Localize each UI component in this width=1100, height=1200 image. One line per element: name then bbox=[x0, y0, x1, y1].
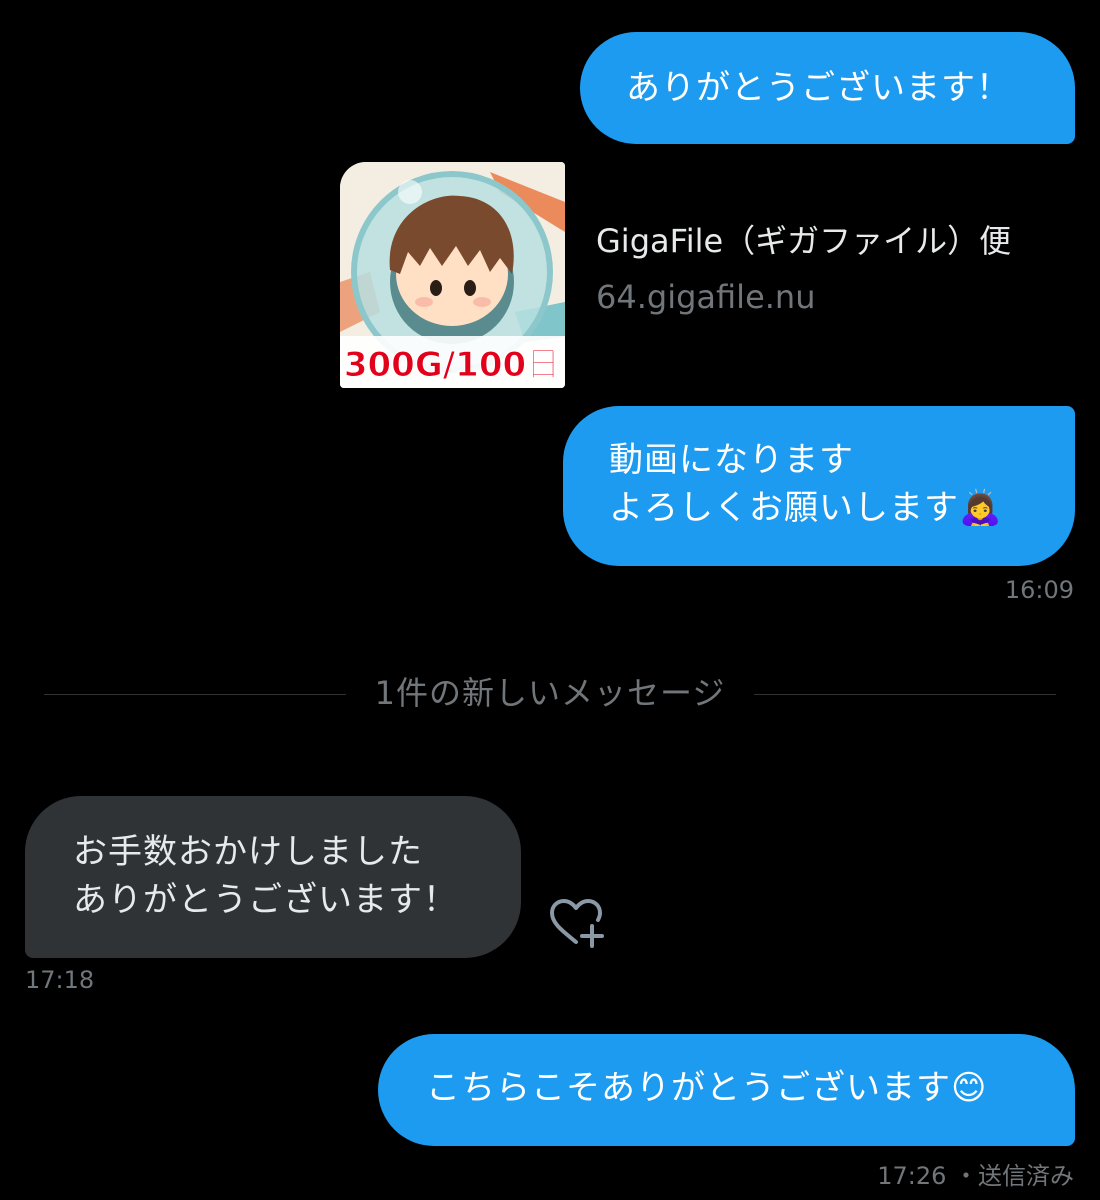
smiling-face-emoji: 😊 bbox=[951, 1068, 988, 1108]
link-title[interactable]: GigaFile（ギガファイル）便 bbox=[596, 220, 1011, 262]
heart-plus-icon bbox=[550, 899, 604, 948]
message-text: ありがとうございます！ bbox=[626, 68, 1011, 108]
message-text: こちらこそありがとうございます bbox=[426, 1068, 951, 1108]
message-text: よろしくお願いします bbox=[609, 488, 959, 528]
link-domain: 64.gigafile.nu bbox=[596, 278, 816, 316]
message-timestamp: 16:09 bbox=[1004, 576, 1074, 604]
link-thumbnail: 300G/100日 bbox=[340, 162, 565, 388]
message-bubble-outgoing[interactable]: こちらこそありがとうございます😊 bbox=[378, 1034, 1075, 1146]
bowing-person-emoji: 🙇‍♀️ bbox=[959, 488, 1003, 528]
sent-status: ・送信済み bbox=[954, 1162, 1074, 1190]
add-reaction-button[interactable] bbox=[546, 896, 610, 952]
link-preview-card[interactable]: 300G/100日 GigaFile（ギガファイル）便 64.gigafile.… bbox=[340, 162, 1060, 388]
message-bubble-outgoing[interactable]: ありがとうございます！ bbox=[580, 32, 1075, 144]
message-text-line-2: ありがとうございます！ bbox=[73, 880, 458, 920]
message-timestamp: 17:26 bbox=[877, 1162, 947, 1190]
message-line: こちらこそありがとうございます😊 bbox=[426, 1064, 1075, 1112]
cartoon-astronaut-boy-icon: 300G/100日 bbox=[340, 162, 565, 388]
divider-label: 1件の新しいメッセージ bbox=[374, 674, 726, 712]
message-bubble-incoming[interactable]: お手数おかけしました ありがとうございます！ bbox=[25, 796, 521, 958]
message-timestamp: 17:18 bbox=[25, 966, 95, 994]
thumbnail-caption: 300G/100日 bbox=[344, 345, 560, 385]
message-text-line-2: よろしくお願いします🙇‍♀️ bbox=[609, 484, 1075, 532]
message-bubble-outgoing[interactable]: 動画になります よろしくお願いします🙇‍♀️ bbox=[563, 406, 1075, 566]
new-messages-divider: 1件の新しいメッセージ bbox=[44, 664, 1056, 714]
message-status-row: 17:26 ・送信済み bbox=[877, 1156, 1074, 1191]
divider-line-right bbox=[754, 694, 1056, 695]
message-text-line-1: 動画になります bbox=[609, 440, 854, 480]
message-text-line-1: お手数おかけしました bbox=[73, 832, 423, 872]
